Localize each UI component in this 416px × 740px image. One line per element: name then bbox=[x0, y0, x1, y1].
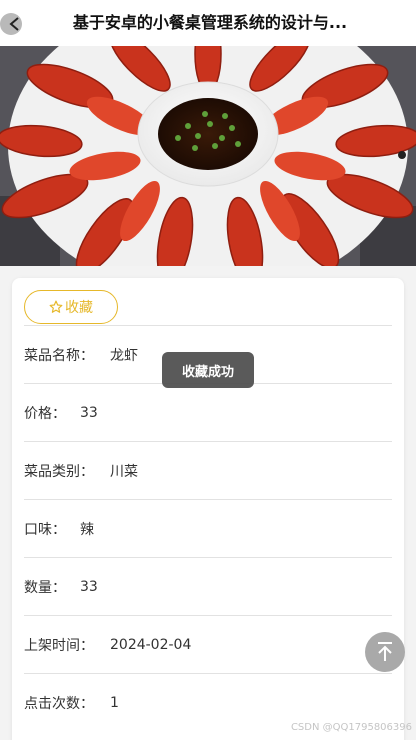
scroll-to-top-button[interactable] bbox=[365, 632, 405, 672]
favorite-button[interactable]: 收藏 bbox=[24, 290, 118, 324]
field-label: 价格： bbox=[24, 405, 66, 422]
top-bar: 基于安卓的小餐桌管理系统的设计与... bbox=[0, 0, 416, 46]
field-value: 辣 bbox=[80, 521, 94, 538]
dish-image bbox=[0, 46, 416, 266]
carousel-indicator[interactable] bbox=[398, 151, 406, 159]
field-value: 33 bbox=[80, 404, 98, 421]
field-row-listed-time: 上架时间： 2024-02-04 bbox=[24, 616, 392, 674]
field-value: 川菜 bbox=[110, 463, 138, 480]
field-value: 33 bbox=[80, 578, 98, 595]
field-row-quantity: 数量： 33 bbox=[24, 558, 392, 616]
arrow-up-to-line-icon bbox=[378, 642, 392, 661]
page-title: 基于安卓的小餐桌管理系统的设计与... bbox=[72, 13, 348, 32]
dish-image-carousel[interactable] bbox=[0, 46, 416, 266]
field-label: 菜品类别： bbox=[24, 463, 94, 480]
star-outline-icon bbox=[49, 300, 63, 313]
field-value: 龙虾 bbox=[110, 347, 138, 364]
watermark: CSDN @QQ1795806396 bbox=[290, 722, 412, 733]
field-label: 上架时间： bbox=[24, 637, 94, 654]
field-value: 1 bbox=[110, 695, 119, 711]
field-label: 数量： bbox=[24, 579, 66, 596]
back-button[interactable] bbox=[0, 10, 28, 38]
field-row-price: 价格： 33 bbox=[24, 384, 392, 442]
favorite-row: 收藏 bbox=[24, 278, 392, 326]
chevron-left-icon bbox=[9, 17, 19, 31]
field-row-taste: 口味： 辣 bbox=[24, 500, 392, 558]
toast-message: 收藏成功 bbox=[162, 352, 254, 388]
field-label: 菜品名称： bbox=[24, 347, 94, 364]
field-row-category: 菜品类别： 川菜 bbox=[24, 442, 392, 500]
dish-detail-card: 收藏 菜品名称： 龙虾 价格： 33 菜品类别： 川菜 口味： 辣 数量： 33… bbox=[12, 278, 404, 740]
field-value: 2024-02-04 bbox=[110, 636, 192, 653]
favorite-label: 收藏 bbox=[65, 300, 93, 316]
field-label: 口味： bbox=[24, 521, 66, 538]
field-label: 点击次数： bbox=[24, 696, 94, 712]
